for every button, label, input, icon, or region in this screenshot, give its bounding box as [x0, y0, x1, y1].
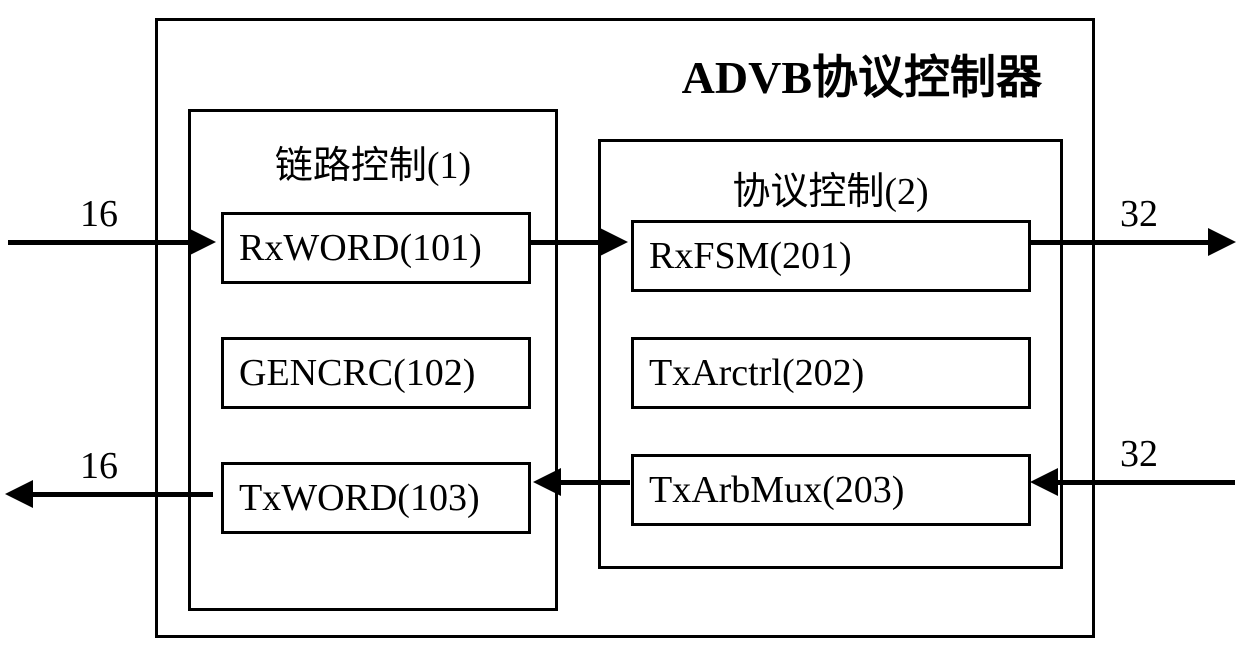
main-title: ADVB协议控制器: [682, 41, 1042, 107]
link-control-block: 链路控制(1) RxWORD(101) GENCRC(102) TxWORD(1…: [188, 109, 558, 611]
txarctrl-module: TxArctrl(202): [631, 337, 1031, 409]
protocol-control-block: 协议控制(2) RxFSM(201) TxArctrl(202) TxArbMu…: [598, 139, 1063, 569]
bus-width-in-left-top: 16: [80, 192, 118, 236]
protocol-control-title: 协议控制(2): [601, 160, 1060, 215]
txarbmux-module: TxArbMux(203): [631, 454, 1031, 526]
rxfsm-module: RxFSM(201): [631, 220, 1031, 292]
bus-width-out-right-top: 32: [1120, 192, 1158, 236]
rxword-module: RxWORD(101): [221, 212, 531, 284]
bus-width-in-right-bottom: 32: [1120, 432, 1158, 476]
gencrc-module: GENCRC(102): [221, 337, 531, 409]
bus-width-out-left-bottom: 16: [80, 444, 118, 488]
link-control-title: 链路控制(1): [191, 134, 555, 189]
txword-module: TxWORD(103): [221, 462, 531, 534]
advb-controller-container: ADVB协议控制器 链路控制(1) RxWORD(101) GENCRC(102…: [155, 18, 1095, 638]
